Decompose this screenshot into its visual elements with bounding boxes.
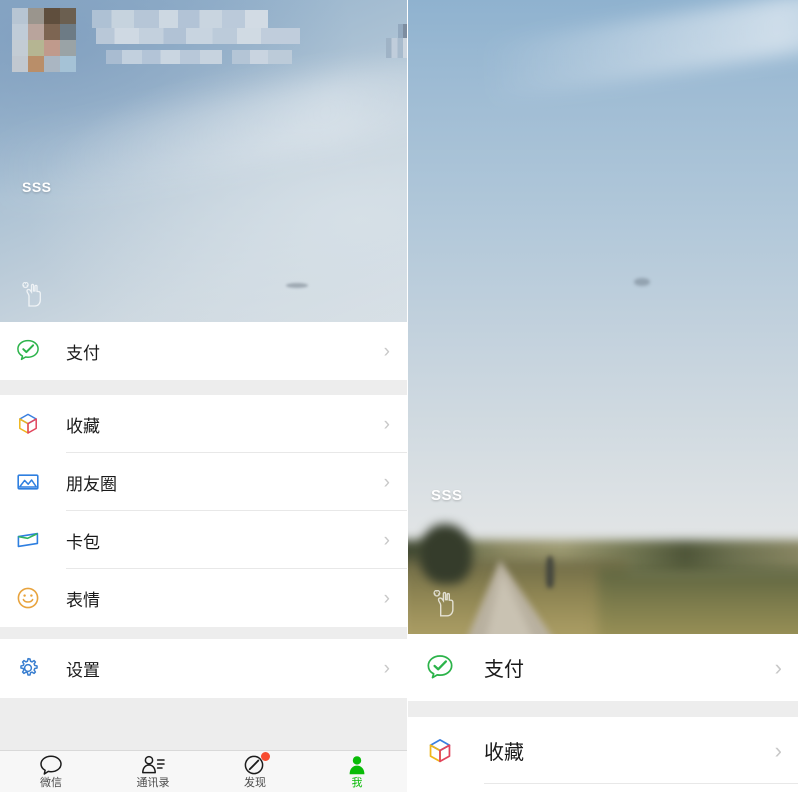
cards-wallet-icon [14, 526, 42, 554]
menu-group-3: 设置 › [0, 639, 408, 697]
menu-item-pay[interactable]: 支付 › [0, 322, 408, 380]
wechat-id-censored [106, 50, 222, 64]
menu-item-moments[interactable]: 朋友圈 › [0, 453, 408, 511]
menu-group-separator-1-right [408, 701, 798, 717]
profile-header-censored-left [0, 0, 408, 82]
me-person-icon [345, 753, 369, 776]
content-bottom-gap [0, 698, 408, 750]
menu-item-moments[interactable]: 朋友圈 › [408, 784, 798, 792]
tab-me[interactable]: 我 [306, 751, 408, 789]
menu-item-pay[interactable]: 支付 › [408, 634, 798, 701]
menu-item-favorites[interactable]: 收藏 › [0, 395, 408, 453]
nickname-censored [92, 10, 268, 28]
favorites-cube-icon [424, 735, 456, 767]
menu-item-label: 收藏 [66, 416, 100, 436]
watermark-sss-right: SSS [431, 487, 463, 504]
qr-code-icon[interactable] [386, 38, 408, 58]
profile-header-photo-right[interactable] [408, 0, 798, 658]
menu-group-1: 支付 › [0, 322, 408, 380]
avatar[interactable] [12, 8, 76, 72]
menu-item-label: 设置 [66, 660, 100, 680]
discover-badge-dot [261, 752, 270, 761]
menu-item-label: 收藏 [484, 742, 524, 764]
chevron-right-icon: › [383, 529, 390, 551]
panel-right-full-view: SSS 支付 › 收藏 › [408, 0, 798, 792]
menu-group-1-right: 支付 › [408, 634, 798, 701]
pay-check-icon [424, 652, 456, 684]
tab-label: 通讯录 [136, 777, 170, 789]
menu-item-label: 朋友圈 [66, 474, 117, 494]
chevron-right-icon: › [383, 471, 390, 493]
menu-item-favorites[interactable]: 收藏 › [408, 717, 798, 784]
tab-chats[interactable]: 微信 [0, 751, 102, 789]
person-on-road [546, 556, 554, 588]
chevron-right-icon: › [774, 737, 782, 763]
chevron-right-icon: › [383, 587, 390, 609]
watermark-sss-left: SSS [22, 179, 52, 195]
panel-left-zoomed-view: SSS 支付 › 收藏 › 朋友圈 › 卡包 › 表情 › 设置 › 微信 通讯… [0, 0, 408, 792]
wechat-id-censored-2 [232, 50, 292, 64]
hand-pointer-icon-left [22, 281, 44, 313]
menu-group-separator-2 [0, 627, 408, 639]
nickname-censored-2 [96, 28, 300, 44]
app-screen: SSS 支付 › 收藏 › 朋友圈 › 卡包 › 表情 › 设置 › 微信 通讯… [0, 0, 798, 792]
moments-photo-icon [14, 468, 42, 496]
menu-item-settings[interactable]: 设置 › [0, 639, 408, 697]
menu-item-label: 支付 [484, 659, 524, 681]
menu-item-label: 卡包 [66, 532, 100, 552]
chevron-right-icon: › [383, 340, 390, 362]
sky-speck [634, 278, 650, 286]
tab-label: 发现 [244, 777, 266, 789]
contrail-streak [483, 0, 798, 102]
sky-speck [286, 283, 308, 288]
hand-pointer-icon-right [433, 589, 457, 623]
tab-discover[interactable]: 发现 [204, 751, 306, 789]
panel-divider [407, 0, 408, 792]
menu-item-cards[interactable]: 卡包 › [0, 511, 408, 569]
menu-group-2-right: 收藏 › 朋友圈 › [408, 717, 798, 792]
pay-check-icon [14, 337, 42, 365]
bottom-tab-bar: 微信 通讯录 发现 我 [0, 750, 408, 792]
tab-label: 微信 [40, 777, 62, 789]
chat-bubble-icon [39, 753, 63, 776]
chevron-right-icon: › [774, 654, 782, 680]
chevron-right-icon: › [383, 657, 390, 679]
menu-group-separator-1 [0, 380, 408, 395]
chevron-right-icon: › [383, 413, 390, 435]
contacts-icon [140, 753, 166, 776]
menu-item-label: 支付 [66, 343, 100, 363]
menu-group-2: 收藏 › 朋友圈 › 卡包 › 表情 › [0, 395, 408, 627]
stickers-smiley-icon [14, 584, 42, 612]
discover-compass-icon [243, 752, 270, 776]
favorites-cube-icon [14, 410, 42, 438]
menu-item-stickers[interactable]: 表情 › [0, 569, 408, 627]
settings-gear-icon [14, 654, 42, 682]
menu-item-label: 表情 [66, 590, 100, 610]
tab-contacts[interactable]: 通讯录 [102, 751, 204, 789]
tab-label: 我 [351, 777, 363, 789]
